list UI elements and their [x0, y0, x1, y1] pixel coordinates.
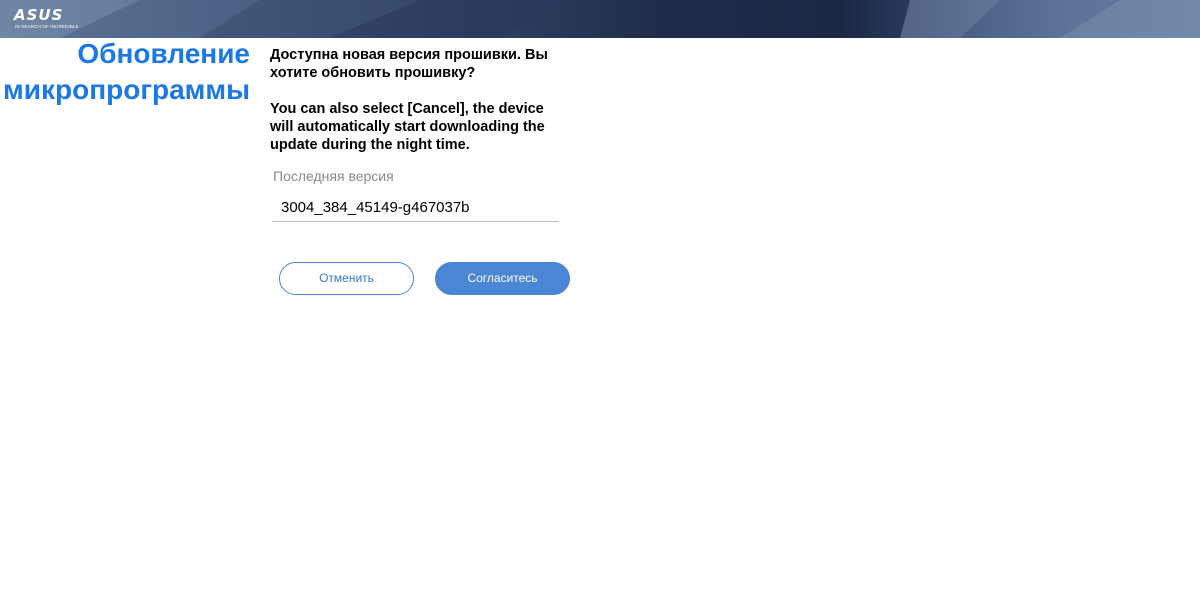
header-banner: ASUS IN SEARCH OF INCREDIBLE: [0, 0, 1200, 38]
latest-version-label: Последняя версия: [273, 168, 394, 184]
accept-button[interactable]: Согласитесь: [435, 262, 570, 295]
update-message: Доступна новая версия прошивки. Вы хотит…: [270, 46, 570, 154]
cancel-info-text: You can also select [Cancel], the device…: [270, 101, 545, 153]
latest-version-value: 3004_384_45149-g467037b: [281, 199, 470, 216]
asus-logo[interactable]: ASUS IN SEARCH OF INCREDIBLE: [14, 6, 79, 32]
logo-wordmark: ASUS: [14, 6, 64, 24]
logo-tagline: IN SEARCH OF INCREDIBLE: [15, 24, 79, 29]
page-title: Обновление микропрограммы: [3, 38, 250, 105]
cancel-button[interactable]: Отменить: [279, 262, 414, 295]
latest-version-field: 3004_384_45149-g467037b: [272, 192, 559, 222]
update-question-text: Доступна новая версия прошивки. Вы хотит…: [270, 47, 548, 81]
banner-background-pattern: [0, 0, 1200, 38]
